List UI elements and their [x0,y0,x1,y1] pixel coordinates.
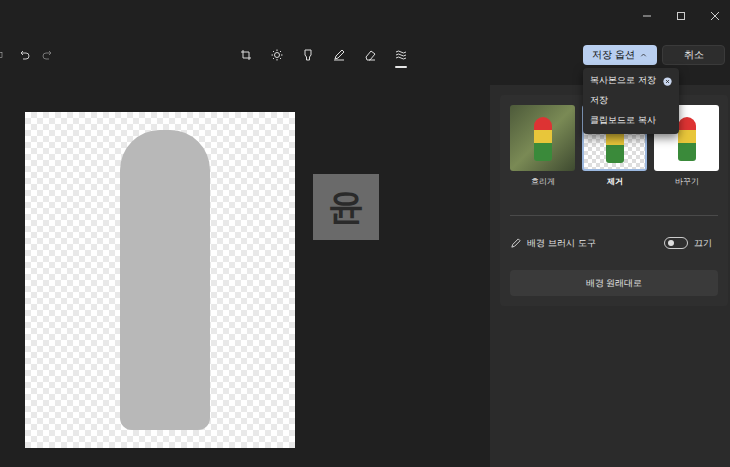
effect-thumbnail[interactable] [510,105,575,171]
clear-icon[interactable] [663,77,672,86]
effect-label: 바꾸기 [675,176,699,187]
adjust-icon [271,49,283,61]
save-options-label: 저장 옵션 [592,49,635,62]
brush-icon [510,238,521,249]
photo [25,112,295,448]
image-canvas: 윤 [0,85,490,467]
markup-icon [333,49,345,61]
toggle-knob [668,240,674,246]
erase-icon [364,49,376,61]
person-figure [120,130,210,430]
cancel-button[interactable]: 취소 [662,45,725,65]
brush-tool-label: 배경 브러시 도구 [527,237,596,250]
selected-underline [333,66,345,68]
menu-item[interactable]: 저장 [583,91,679,111]
save-options-menu: 복사본으로 저장저장클립보드로 복사 [583,68,679,134]
parrot-picture [534,117,552,161]
reset-background-button[interactable]: 배경 원래대로 [510,270,718,296]
watermark: 윤 [313,174,379,240]
save-options-button[interactable]: 저장 옵션 [583,45,657,65]
selected-underline [271,66,283,68]
selected-underline [395,66,407,68]
save-icon[interactable] [0,49,6,61]
redo-icon[interactable] [42,49,54,61]
selected-underline [364,66,376,68]
parrot-picture [678,117,696,161]
menu-item-label: 복사본으로 저장 [590,75,656,87]
effect-label: 제거 [607,176,623,187]
menu-item-label: 저장 [590,95,608,107]
minimize-icon[interactable] [642,11,652,21]
selected-underline [302,66,314,68]
tool-button[interactable] [300,41,316,69]
effect-option[interactable]: 흐리게 [510,105,575,187]
chevron-icon [639,51,648,60]
tool-button[interactable] [238,41,254,69]
brush-tool-row: 배경 브러시 도구 끄기 [510,234,718,252]
background-panel: 흐리게 제거 바꾸기 배경 브러시 도구 끄기 배경 원래대로 [490,85,730,467]
effect-label: 흐리게 [531,176,555,187]
background-icon [395,49,407,61]
menu-item-label: 클립보드로 복사 [590,115,656,127]
brush-tool-toggle[interactable] [664,237,688,249]
close-icon[interactable] [710,11,720,21]
menu-item[interactable]: 복사본으로 저장 [583,71,679,91]
tool-button[interactable] [331,41,347,69]
toggle-state-label: 끄기 [694,237,718,250]
menu-item[interactable]: 클립보드로 복사 [583,111,679,131]
selected-underline [240,66,252,68]
tool-button[interactable] [269,41,285,69]
title-bar [0,0,730,32]
crop-icon [240,49,252,61]
tool-button[interactable] [362,41,378,69]
maximize-icon[interactable] [676,11,686,21]
undo-icon[interactable] [18,49,30,61]
tool-button[interactable] [393,41,409,69]
toolbar: 저장 옵션 취소 [0,38,730,72]
filter-icon [302,49,314,61]
